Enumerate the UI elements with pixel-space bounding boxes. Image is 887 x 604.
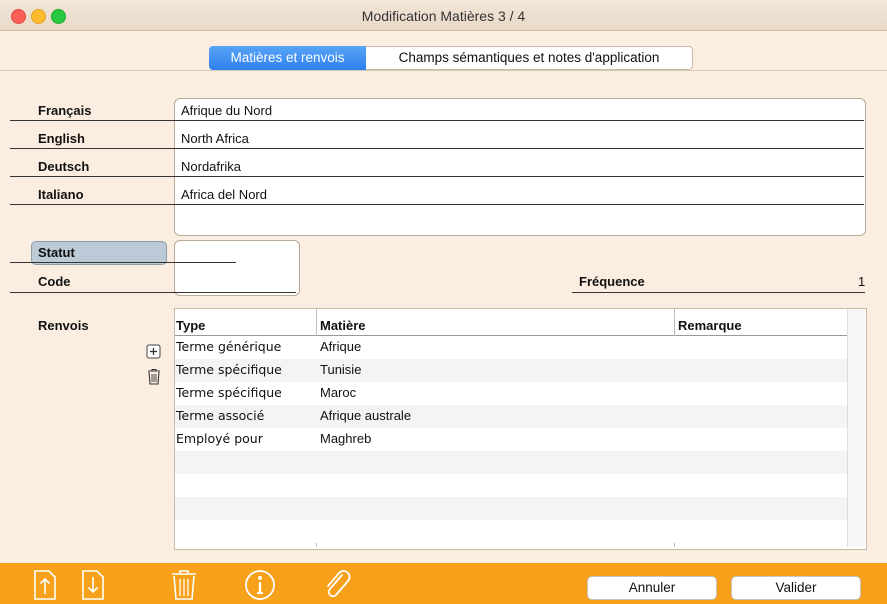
renvois-label: Renvois [38,318,89,333]
tab-divider [0,70,887,71]
frequence-label: Fréquence [579,274,645,289]
info-icon [245,570,275,600]
cancel-button[interactable]: Annuler [587,576,717,600]
column-header-remarque[interactable]: Remarque [678,318,742,333]
previous-record-button[interactable] [34,570,56,603]
table-row[interactable]: Terme associé Afrique australe [175,405,847,428]
window-title: Modification Matières 3 / 4 [361,8,526,24]
cell-type: Terme associé [176,408,265,423]
table-scrollbar[interactable] [847,309,865,547]
paperclip-icon [327,570,351,598]
table-row[interactable]: Terme générique Afrique [175,336,847,359]
english-field[interactable]: North Africa [181,131,249,146]
frequence-value: 1 [858,274,866,289]
title-bar: Modification Matières 3 / 4 [0,0,887,31]
add-renvoi-button[interactable] [146,344,162,363]
empty-table-row[interactable] [175,451,847,474]
cell-type: Employé pour [176,431,263,446]
cell-matiere: Afrique [320,339,362,354]
plus-icon [146,344,161,359]
cell-matiere: Tunisie [320,362,362,377]
table-row[interactable]: Terme spécifique Maroc [175,382,847,405]
statut-underline [10,262,236,263]
francais-field[interactable]: Afrique du Nord [181,103,272,118]
table-row[interactable]: Terme spécifique Tunisie [175,359,847,382]
francais-label: Français [38,103,92,118]
cell-type: Terme générique [176,339,282,354]
frequence-underline [572,292,865,293]
cell-type: Terme spécifique [176,362,282,377]
empty-table-row[interactable] [175,474,847,497]
delete-renvoi-button[interactable] [146,368,162,389]
deutsch-underline [10,176,864,177]
attachment-button[interactable] [322,569,354,604]
validate-button[interactable]: Valider [731,576,861,600]
names-field-group [174,98,866,236]
code-underline [10,292,296,293]
trash-icon [172,570,196,600]
deutsch-field[interactable]: Nordafrika [181,159,241,174]
column-header-type[interactable]: Type [176,318,205,333]
delete-record-button[interactable] [170,569,198,604]
english-underline [10,148,864,149]
tab-champs-semantiques[interactable]: Champs sémantiques et notes d'applicatio… [366,46,693,70]
italiano-label: Italiano [38,187,84,202]
tab-matieres-renvois[interactable]: Matières et renvois [209,46,366,70]
italiano-field[interactable]: Africa del Nord [181,187,267,202]
italiano-underline [10,204,864,205]
code-label: Code [38,274,71,289]
francais-underline [10,120,864,121]
cell-type: Terme spécifique [176,385,282,400]
empty-table-row[interactable] [175,497,847,520]
statut-code-field[interactable] [174,240,300,296]
empty-table-row[interactable] [175,520,847,543]
info-button[interactable] [244,569,276,604]
arrow-up-icon [34,570,56,600]
english-label: English [38,131,85,146]
arrow-down-icon [82,570,104,600]
cell-matiere: Maroc [320,385,357,400]
table-row[interactable]: Employé pour Maghreb [175,428,847,451]
deutsch-label: Deutsch [38,159,90,174]
statut-label: Statut [38,245,75,260]
trash-icon [148,368,160,385]
cell-matiere: Afrique australe [320,408,412,423]
next-record-button[interactable] [82,570,104,603]
cell-matiere: Maghreb [320,431,372,446]
column-header-matiere[interactable]: Matière [320,318,366,333]
